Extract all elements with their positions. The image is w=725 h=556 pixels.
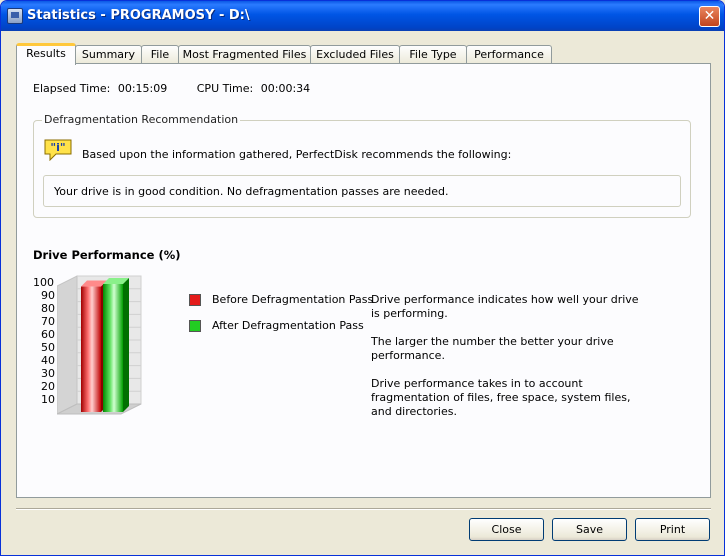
tab-file[interactable]: File	[141, 45, 179, 64]
y-tick-label: 100	[33, 276, 54, 289]
performance-description: Drive performance indicates how well you…	[371, 293, 641, 433]
recommendation-intro: Based upon the information gathered, Per…	[82, 148, 512, 161]
chart-bar	[103, 284, 123, 412]
recommendation-group-label: Defragmentation Recommendation	[42, 113, 241, 126]
app-icon	[7, 8, 23, 24]
legend-swatch-after	[189, 320, 201, 332]
description-paragraph: Drive performance indicates how well you…	[371, 293, 639, 320]
tab-most-fragmented-files[interactable]: Most Fragmented Files	[178, 45, 311, 64]
tab-summary[interactable]: Summary	[75, 45, 142, 64]
statistics-window: Statistics - PROGRAMOSY - D:\ ✕ Results …	[0, 0, 725, 556]
legend-label-before: Before Defragmentation Pass	[212, 293, 374, 306]
description-paragraph: The larger the number the better your dr…	[371, 335, 614, 362]
cpu-time-value: 00:00:34	[260, 82, 311, 95]
y-tick-label: 50	[41, 341, 55, 354]
footer-separator	[16, 508, 711, 510]
tab-performance[interactable]: Performance	[466, 45, 552, 64]
recommendation-group: Defragmentation Recommendation "i" Based…	[33, 113, 691, 218]
description-paragraph: Drive performance takes in to account fr…	[371, 377, 631, 418]
chart-side-wall	[57, 275, 78, 415]
y-tick-label: 80	[41, 302, 55, 315]
tab-results[interactable]: Results	[16, 43, 76, 65]
title-bar[interactable]: Statistics - PROGRAMOSY - D:\ ✕	[1, 1, 724, 31]
elapsed-time-value: 00:15:09	[117, 82, 168, 95]
cpu-time-label: CPU Time:	[196, 82, 254, 95]
close-button[interactable]: Close	[469, 518, 544, 541]
print-button[interactable]: Print	[635, 518, 710, 541]
y-tick-label: 40	[41, 354, 55, 367]
y-tick-label: 60	[41, 328, 55, 341]
close-icon[interactable]: ✕	[699, 6, 720, 27]
time-readout: Elapsed Time: 00:15:09 CPU Time: 00:00:3…	[33, 82, 314, 95]
y-tick-label: 70	[41, 315, 55, 328]
legend-swatch-before	[189, 294, 201, 306]
info-icon: "i"	[44, 139, 72, 161]
y-tick-label: 20	[41, 380, 55, 393]
drive-performance-title: Drive Performance (%)	[33, 248, 181, 262]
chart-y-axis: 100 90 80 70 60 50 40 30 20 10	[33, 276, 57, 416]
chart-bar-side	[123, 278, 129, 412]
tab-file-type[interactable]: File Type	[399, 45, 467, 64]
chart-bar	[81, 286, 101, 412]
legend-label-after: After Defragmentation Pass	[212, 319, 364, 332]
info-icon-glyph: "i"	[50, 141, 65, 154]
drive-performance-chart	[57, 275, 142, 415]
window-title: Statistics - PROGRAMOSY - D:\	[27, 8, 250, 23]
elapsed-time-label: Elapsed Time:	[33, 82, 111, 95]
y-tick-label: 90	[41, 289, 55, 302]
y-tick-label: 30	[41, 367, 55, 380]
recommendation-status: Your drive is in good condition. No defr…	[54, 185, 449, 198]
results-panel: Elapsed Time: 00:15:09 CPU Time: 00:00:3…	[16, 63, 711, 498]
save-button[interactable]: Save	[552, 518, 627, 541]
tab-excluded-files[interactable]: Excluded Files	[310, 45, 400, 64]
y-tick-label: 10	[41, 393, 55, 406]
recommendation-status-box: Your drive is in good condition. No defr…	[43, 175, 681, 207]
